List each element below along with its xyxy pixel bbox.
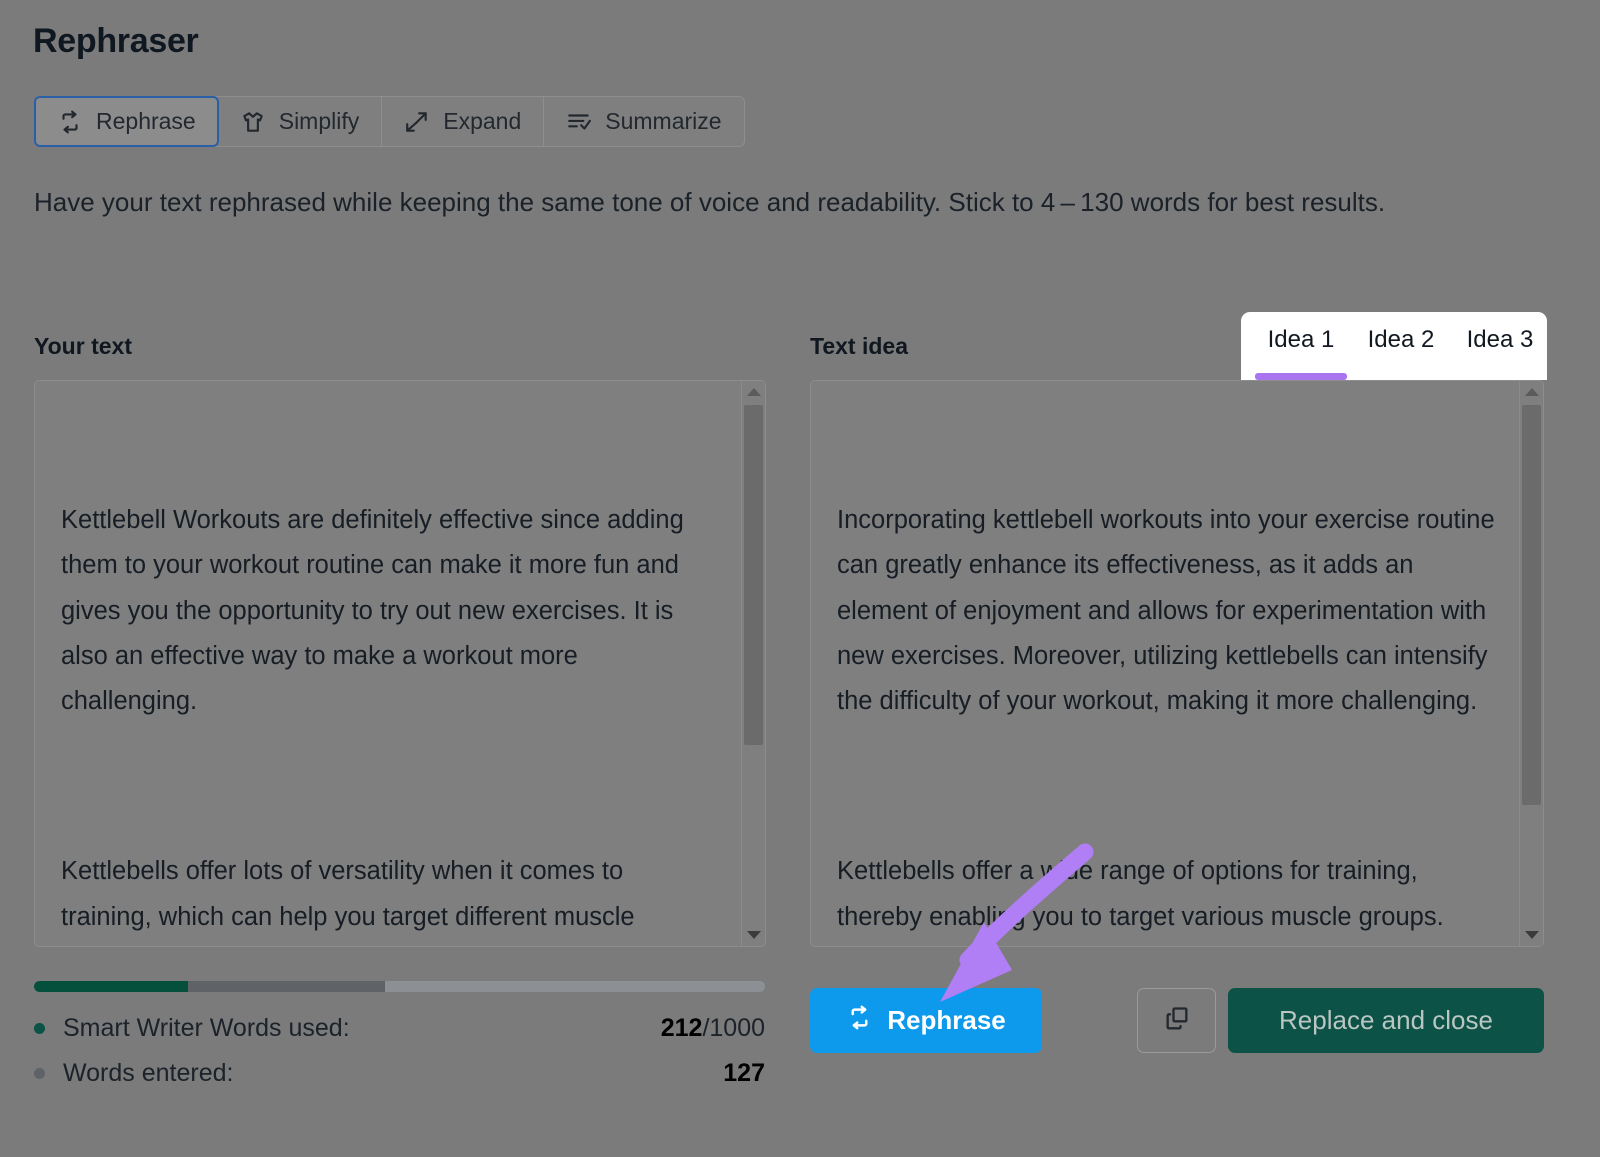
scroll-down-arrow-icon[interactable] — [1525, 931, 1539, 939]
stat-value-bold: 127 — [723, 1059, 765, 1087]
idea-tab-3-label: Idea 3 — [1467, 326, 1534, 353]
scroll-down-arrow-icon[interactable] — [747, 931, 761, 939]
your-text-scrollbar[interactable] — [741, 381, 765, 946]
list-check-icon — [566, 109, 592, 135]
tab-summarize-label: Summarize — [605, 108, 721, 135]
bullet-dot — [34, 1023, 45, 1034]
text-idea-label: Text idea — [810, 333, 908, 360]
idea-tab-active-underline — [1255, 373, 1347, 380]
scrollbar-thumb[interactable] — [744, 405, 763, 745]
tab-expand[interactable]: Expand — [382, 97, 544, 146]
tshirt-icon — [240, 109, 266, 135]
stat-value-bold: 212 — [661, 1014, 703, 1042]
tab-rephrase[interactable]: Rephrase — [34, 96, 219, 147]
idea-tab-2[interactable]: Idea 2 — [1349, 312, 1453, 380]
idea-tab-2-label: Idea 2 — [1368, 326, 1435, 353]
stat-label: Words entered: — [63, 1059, 723, 1088]
idea-tab-1-label: Idea 1 — [1268, 326, 1335, 353]
your-text-label: Your text — [34, 333, 132, 360]
text-idea-paragraph-1: Incorporating kettlebell workouts into y… — [837, 498, 1495, 725]
tab-simplify[interactable]: Simplify — [218, 97, 383, 146]
idea-tab-1[interactable]: Idea 1 — [1253, 312, 1349, 380]
progress-mid-segment — [188, 981, 385, 992]
expand-arrows-icon — [404, 109, 430, 135]
your-text-paragraph-2: Kettlebells offer lots of versatility wh… — [61, 849, 717, 946]
usage-progress-bar — [34, 981, 765, 992]
stat-value: 127 — [723, 1059, 765, 1088]
page-title: Rephraser — [33, 22, 199, 61]
replace-and-close-label: Replace and close — [1279, 1005, 1493, 1036]
scroll-up-arrow-icon[interactable] — [1525, 388, 1539, 396]
progress-remaining-segment — [385, 981, 765, 992]
text-idea-output[interactable]: Incorporating kettlebell workouts into y… — [810, 380, 1544, 947]
tool-description: Have your text rephrased while keeping t… — [34, 180, 1534, 225]
progress-used-segment — [34, 981, 188, 992]
stat-value: 212/1000 — [661, 1014, 765, 1043]
your-text-paragraph-1: Kettlebell Workouts are definitely effec… — [61, 498, 717, 725]
text-idea-content: Incorporating kettlebell workouts into y… — [811, 381, 1519, 946]
rephrase-button[interactable]: Rephrase — [810, 988, 1042, 1053]
replace-and-close-button[interactable]: Replace and close — [1228, 988, 1544, 1053]
tab-expand-label: Expand — [443, 108, 521, 135]
scroll-up-arrow-icon[interactable] — [747, 388, 761, 396]
idea-tabs: Idea 1 Idea 2 Idea 3 — [1241, 312, 1547, 380]
tab-simplify-label: Simplify — [279, 108, 360, 135]
tab-rephrase-label: Rephrase — [96, 108, 196, 135]
scrollbar-thumb[interactable] — [1522, 405, 1541, 805]
stat-value-rest: /1000 — [702, 1014, 765, 1042]
your-text-content[interactable]: Kettlebell Workouts are definitely effec… — [35, 381, 741, 946]
copy-button[interactable] — [1137, 988, 1216, 1053]
rephrase-button-label: Rephrase — [887, 1005, 1006, 1036]
bullet-dot — [34, 1068, 45, 1079]
text-idea-paragraph-2: Kettlebells offer a wide range of option… — [837, 849, 1495, 946]
mode-tab-bar: Rephrase Simplify Expand — [34, 96, 745, 147]
list-item: Words entered: 127 — [34, 1059, 765, 1088]
rephrase-loop-icon — [57, 109, 83, 135]
idea-tab-3[interactable]: Idea 3 — [1453, 312, 1547, 380]
stat-label: Smart Writer Words used: — [63, 1014, 661, 1043]
list-item: Smart Writer Words used: 212/1000 — [34, 1014, 765, 1043]
text-idea-scrollbar[interactable] — [1519, 381, 1543, 946]
rephraser-modal: Rephraser Rephrase Simplify — [0, 0, 1600, 1157]
rephrase-loop-icon — [846, 1004, 873, 1038]
your-text-editor[interactable]: Kettlebell Workouts are definitely effec… — [34, 380, 766, 947]
tab-summarize[interactable]: Summarize — [544, 97, 743, 146]
copy-icon — [1163, 1005, 1191, 1036]
